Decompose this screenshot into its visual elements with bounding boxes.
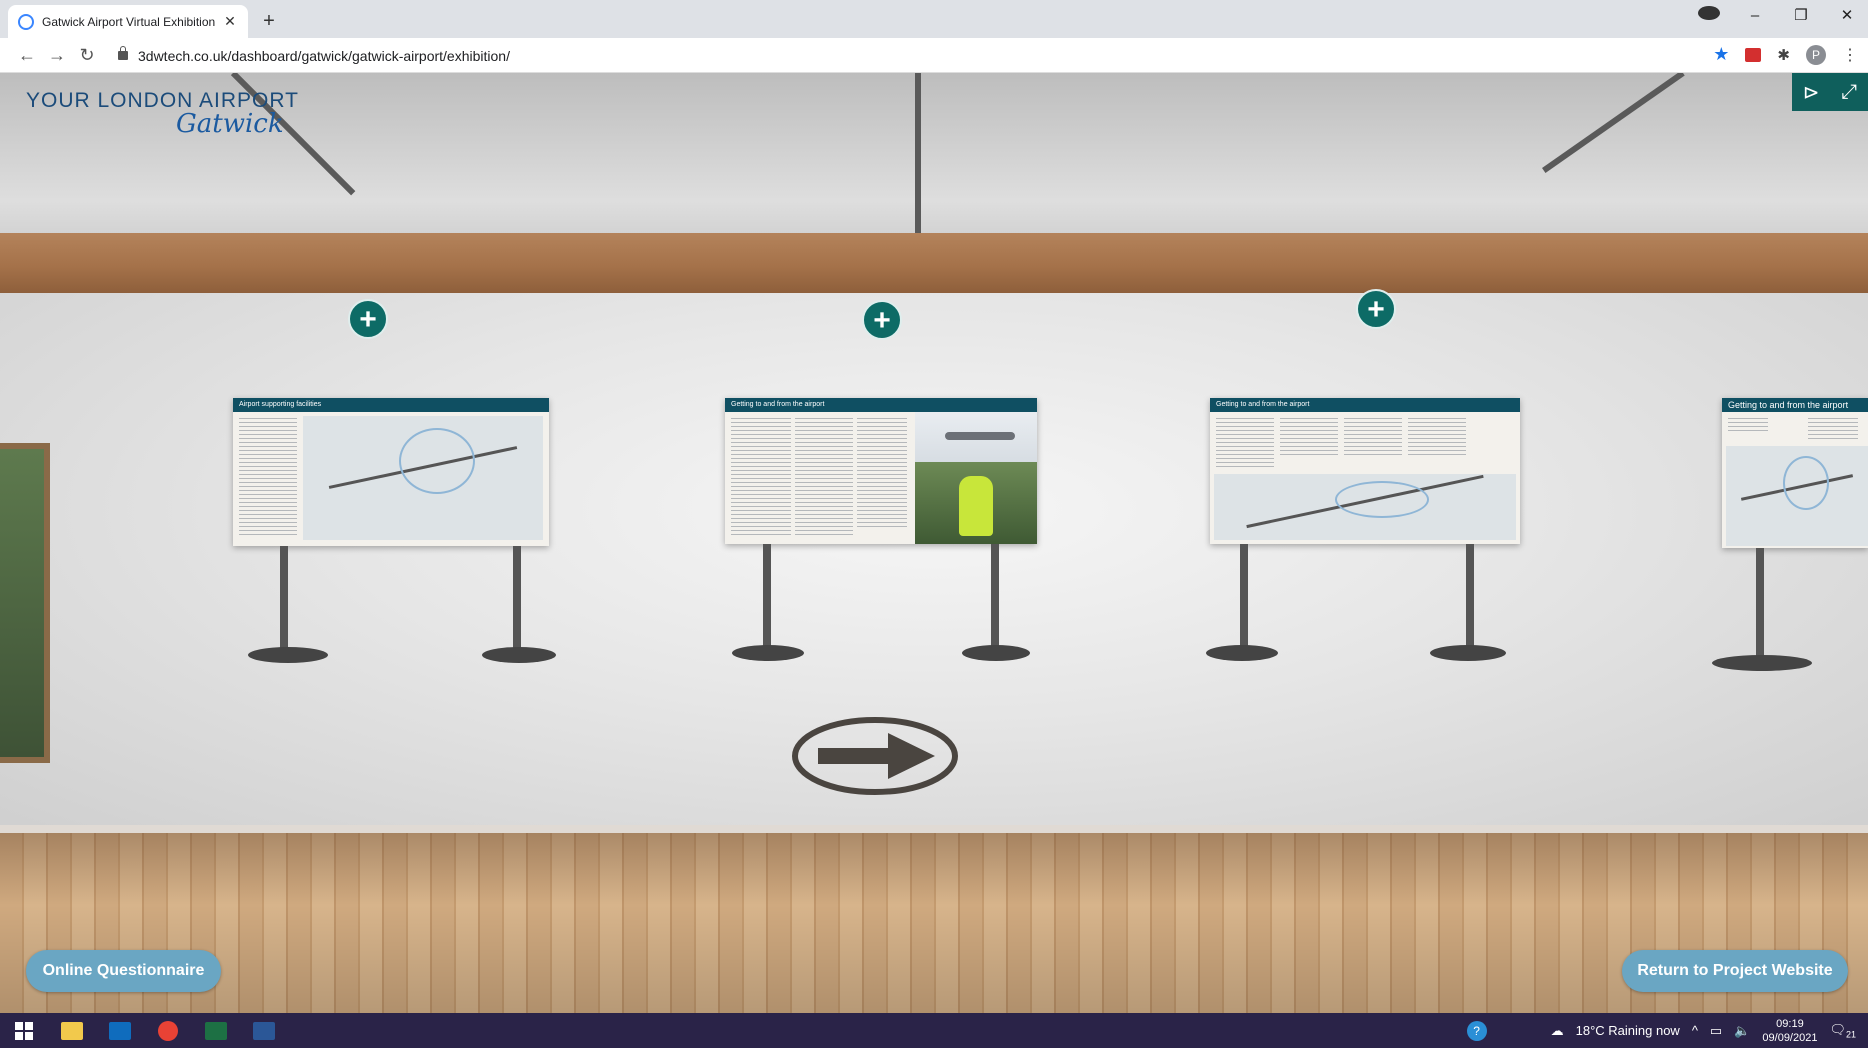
url-text: 3dwtech.co.uk/dashboard/gatwick/gatwick-… bbox=[138, 47, 510, 64]
panel-text bbox=[1408, 418, 1466, 458]
panel-title: Airport supporting facilities bbox=[233, 398, 549, 412]
floor-shading bbox=[0, 833, 1868, 1013]
extension-icon[interactable] bbox=[1745, 47, 1762, 62]
close-tab-icon[interactable]: ✕ bbox=[222, 13, 238, 30]
panel-text bbox=[1216, 418, 1274, 468]
move-forward-arrow-icon[interactable] bbox=[790, 711, 960, 801]
panel-title: Getting to and from the airport bbox=[725, 398, 1037, 412]
word-icon[interactable] bbox=[240, 1013, 288, 1048]
panel-stand bbox=[1466, 544, 1474, 654]
site-favicon-icon bbox=[18, 13, 34, 30]
profile-avatar[interactable]: P bbox=[1806, 44, 1826, 65]
framed-window bbox=[0, 443, 50, 763]
back-icon[interactable]: ← bbox=[12, 45, 42, 66]
logo-wordmark: Gatwick bbox=[176, 109, 284, 139]
restore-icon[interactable]: ❐ bbox=[1790, 6, 1812, 24]
bookmark-star-icon[interactable]: ★ bbox=[1713, 44, 1729, 65]
panel-map bbox=[303, 416, 543, 540]
stand-base bbox=[482, 647, 556, 663]
exhibition-panel[interactable]: Getting to and from the airport bbox=[1210, 398, 1520, 544]
hotspot-plus-icon[interactable]: + bbox=[1356, 289, 1396, 329]
weather-cloud-icon[interactable]: ☁ bbox=[1551, 1023, 1564, 1039]
network-icon[interactable]: ▭ bbox=[1710, 1023, 1722, 1039]
panel-stand bbox=[513, 546, 521, 656]
excel-icon[interactable] bbox=[192, 1013, 240, 1048]
weather-text[interactable]: 18°C Raining now bbox=[1576, 1023, 1680, 1038]
panel-title: Getting to and from the airport bbox=[1722, 398, 1868, 412]
panel-stand bbox=[1756, 548, 1764, 658]
panel-map bbox=[1214, 474, 1516, 540]
clock-date: 09/09/2021 bbox=[1762, 1031, 1818, 1044]
lock-icon bbox=[118, 46, 128, 60]
start-windows-icon[interactable] bbox=[0, 1013, 48, 1048]
panel-stand bbox=[1240, 544, 1248, 654]
new-tab-icon[interactable]: + bbox=[256, 8, 282, 34]
panel-map bbox=[1726, 446, 1868, 546]
browser-tabstrip: Gatwick Airport Virtual Exhibition ✕ + –… bbox=[0, 0, 1868, 38]
browser-menu-icon[interactable]: ⋮ bbox=[1842, 45, 1858, 65]
reload-icon[interactable]: ↻ bbox=[72, 45, 102, 66]
panel-stand bbox=[280, 546, 288, 656]
hotspot-plus-icon[interactable]: + bbox=[348, 299, 388, 339]
exhibition-panel[interactable]: Getting to and from the airport bbox=[1722, 398, 1868, 548]
close-window-icon[interactable]: ✕ bbox=[1836, 6, 1858, 24]
panel-text bbox=[795, 418, 853, 538]
panel-stand bbox=[763, 544, 771, 654]
help-icon[interactable]: ? bbox=[1466, 1020, 1487, 1041]
panel-text bbox=[239, 418, 297, 538]
stand-base bbox=[1430, 645, 1506, 661]
panel-stand bbox=[991, 544, 999, 654]
chrome-icon[interactable] bbox=[144, 1013, 192, 1048]
windows-taskbar: ? ☁ 18°C Raining now ^ ▭ 🔈 09:19 09/09/2… bbox=[0, 1013, 1868, 1048]
stand-base bbox=[732, 645, 804, 661]
viewer-controls: ⊳ ⤢ bbox=[1792, 73, 1868, 111]
exhibition-panel[interactable]: Airport supporting facilities bbox=[233, 398, 549, 546]
file-explorer-icon[interactable] bbox=[48, 1013, 96, 1048]
stand-base bbox=[1712, 655, 1812, 671]
online-questionnaire-button[interactable]: Online Questionnaire bbox=[26, 950, 221, 992]
ceiling-strut bbox=[915, 73, 921, 233]
panel-text bbox=[1344, 418, 1402, 458]
wooden-beam bbox=[0, 233, 1868, 293]
profile-menu-icon[interactable] bbox=[1698, 6, 1720, 24]
window-controls: – ❐ ✕ bbox=[1698, 6, 1858, 24]
tab-title: Gatwick Airport Virtual Exhibition bbox=[42, 14, 216, 29]
stand-base bbox=[248, 647, 328, 663]
panel-text bbox=[857, 418, 907, 528]
cyclist-image bbox=[959, 476, 993, 536]
outlook-icon[interactable] bbox=[96, 1013, 144, 1048]
panel-text bbox=[1280, 418, 1338, 458]
minimize-icon[interactable]: – bbox=[1744, 7, 1766, 24]
notification-count: 21 bbox=[1845, 1029, 1856, 1040]
volume-icon[interactable]: 🔈 bbox=[1734, 1023, 1750, 1039]
stand-base bbox=[962, 645, 1030, 661]
exhibition-panel[interactable]: Getting to and from the airport bbox=[725, 398, 1037, 544]
browser-tab[interactable]: Gatwick Airport Virtual Exhibition ✕ bbox=[8, 5, 248, 38]
panel-title: Getting to and from the airport bbox=[1210, 398, 1520, 412]
address-bar[interactable]: 3dwtech.co.uk/dashboard/gatwick/gatwick-… bbox=[118, 42, 1698, 69]
forward-icon[interactable]: → bbox=[42, 45, 72, 66]
panel-text bbox=[1728, 418, 1768, 434]
autoplay-icon[interactable]: ⊳ bbox=[1803, 80, 1820, 105]
fullscreen-icon[interactable]: ⤢ bbox=[1841, 81, 1857, 104]
clock[interactable]: 09:19 09/09/2021 bbox=[1762, 1017, 1817, 1045]
panel-text bbox=[731, 418, 791, 538]
panel-text bbox=[1808, 418, 1858, 440]
browser-toolbar: ← → ↻ 3dwtech.co.uk/dashboard/gatwick/ga… bbox=[0, 38, 1868, 73]
show-hidden-icons-icon[interactable]: ^ bbox=[1692, 1023, 1698, 1038]
exhibition-viewport[interactable]: YOUR LONDON AIRPORT Gatwick ⊳ ⤢ + + + Ai… bbox=[0, 73, 1868, 1013]
clock-time: 09:19 bbox=[1776, 1017, 1804, 1030]
extensions-puzzle-icon[interactable]: ✱ bbox=[1777, 46, 1790, 64]
plane-image bbox=[945, 432, 1015, 440]
gatwick-logo: YOUR LONDON AIRPORT Gatwick bbox=[26, 89, 299, 139]
notifications-icon[interactable]: 🗨21 bbox=[1829, 1022, 1856, 1040]
hotspot-plus-icon[interactable]: + bbox=[862, 300, 902, 340]
return-to-project-button[interactable]: Return to Project Website bbox=[1622, 950, 1848, 992]
stand-base bbox=[1206, 645, 1278, 661]
system-tray: ? ☁ 18°C Raining now ^ ▭ 🔈 09:19 09/09/2… bbox=[1466, 1013, 1868, 1048]
